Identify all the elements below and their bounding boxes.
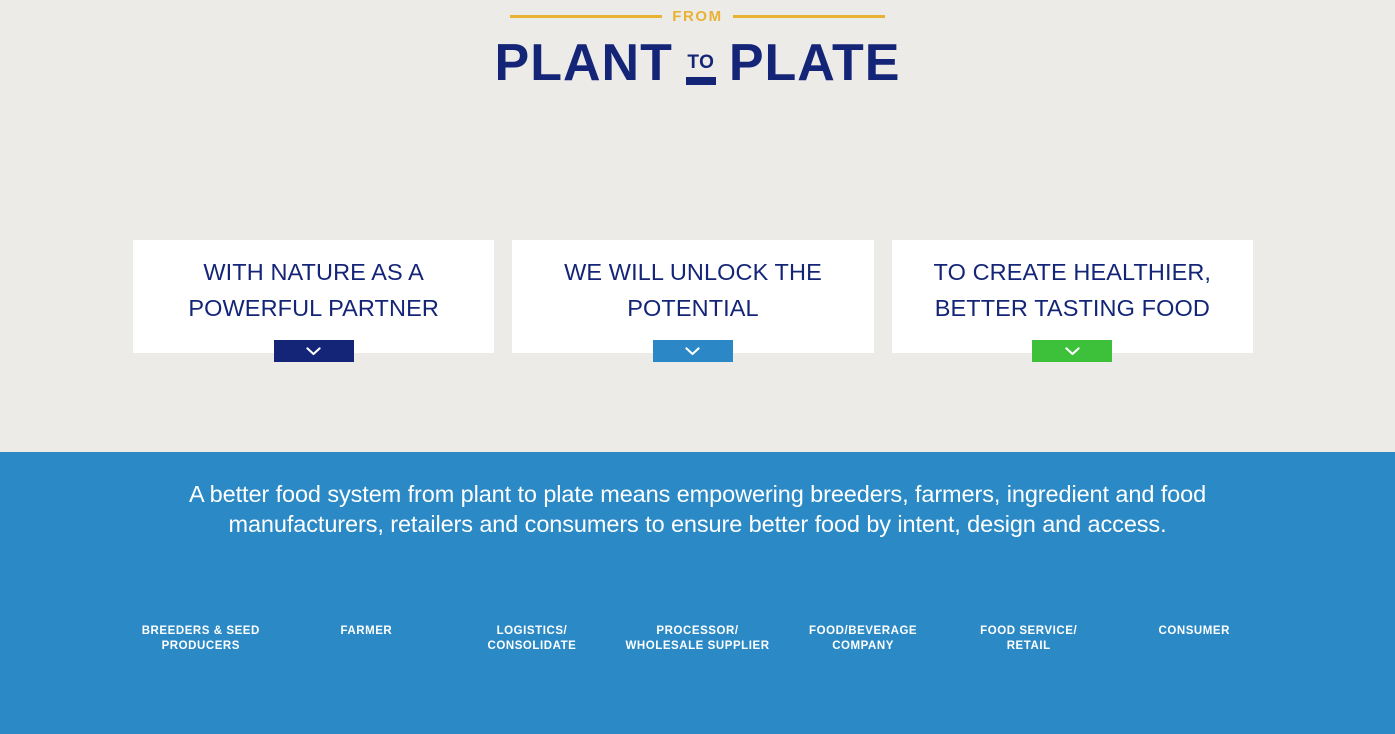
brand-logo: FROM PLANT TO PLATE [488,2,908,91]
statement-card-nature: WITH NATURE AS A POWERFUL PARTNER [133,240,495,362]
chain-node-logistics[interactable]: LOGISTICS/ CONSOLIDATE [449,624,615,655]
chain-node-farmer[interactable]: FARMER [284,624,450,639]
mission-statement: A better food system from plant to plate… [188,481,1207,537]
card-expand-button-nature[interactable] [273,340,354,362]
hero-section: FROM PLANT TO PLATE WITH NATURE AS A POW… [0,0,1395,452]
card-expand-button-healthier[interactable] [1032,340,1113,362]
logo-connector: TO [685,51,716,91]
card-title: WE WILL UNLOCK THE POTENTIAL [564,258,822,321]
chain-node-food-service[interactable]: FOOD SERVICE/ RETAIL [946,624,1112,655]
logo-connector-text: TO [687,51,715,73]
card-expand-button-potential[interactable] [652,340,733,362]
chevron-down-icon [1065,346,1080,356]
chain-node-breeders[interactable]: BREEDERS & SEED PRODUCERS [118,624,284,655]
chain-node-food-beverage[interactable]: FOOD/BEVERAGE COMPANY [780,624,946,655]
logo-eyebrow-row: FROM [488,2,908,30]
logo-word-plate: PLATE [728,34,901,92]
divider-rule-right [732,14,885,18]
statement-card-group: WITH NATURE AS A POWERFUL PARTNER WE WIL… [133,240,1253,362]
supply-chain-row: BREEDERS & SEED PRODUCERS FARMER LOGISTI… [0,624,1395,655]
statement-card-healthier: TO CREATE HEALTHIER, BETTER TASTING FOOD [891,240,1253,362]
logo-word-plant: PLANT [494,34,673,92]
chain-node-consumer[interactable]: CONSUMER [1111,624,1277,639]
logo-eyebrow-text: FROM [672,7,723,25]
logo-wordmark-row: PLANT TO PLATE [488,36,908,91]
chevron-down-icon [306,346,321,356]
card-title: TO CREATE HEALTHIER, BETTER TASTING FOOD [933,258,1212,321]
mission-banner: A better food system from plant to plate… [0,452,1395,734]
chain-node-processor[interactable]: PROCESSOR/ WHOLESALE SUPPLIER [615,624,781,655]
logo-connector-underline [685,76,716,85]
statement-card-potential: WE WILL UNLOCK THE POTENTIAL [512,240,874,362]
card-title: WITH NATURE AS A POWERFUL PARTNER [188,258,439,321]
chevron-down-icon [685,346,701,356]
divider-rule-left [510,14,663,18]
